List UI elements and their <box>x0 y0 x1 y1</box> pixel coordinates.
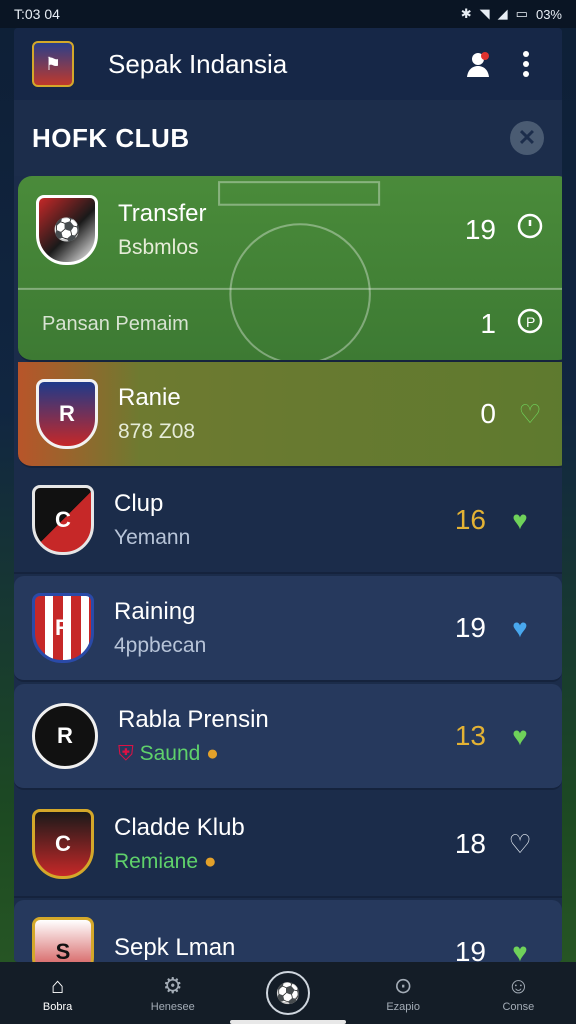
list-item-text: Rabla Prensin ⛨ Saund ● <box>118 706 442 766</box>
list-item-sub: ⛨ Saund ● <box>118 742 442 766</box>
list-item[interactable]: R Raining 4ppbecan 19 ♥ <box>14 576 562 682</box>
list-item[interactable]: R Rabla Prensin ⛨ Saund ● 13 ♥ <box>14 684 562 790</box>
status-icons: ✱ ◥ ◢ ▭ 03% <box>461 6 562 22</box>
featured-secondary-label: Pansan Pemaim <box>42 312 189 335</box>
signal-icon: ◢ <box>497 6 508 21</box>
list-item-count: 18 <box>454 828 486 859</box>
section-title: HOFK CLUB <box>32 122 190 153</box>
list-item-count: 0 <box>480 398 496 429</box>
nav-label: Conse <box>502 1001 535 1013</box>
nav-label: Bobra <box>42 1001 73 1013</box>
featured-name: Transfer <box>118 199 207 227</box>
list-item-sub-text: Remiane <box>114 850 199 873</box>
app-title: Sepak Indansia <box>108 48 288 79</box>
featured-sub: Bsbmlos <box>118 235 199 259</box>
compass-icon: ⊙ <box>393 973 413 998</box>
club-crest: S <box>32 917 94 962</box>
list-item-sub: 4ppbecan <box>114 634 207 657</box>
list-item-sub: 878 Z08 <box>118 420 196 443</box>
nav-settings[interactable]: ⚙ Henesee <box>133 973 213 1013</box>
heart-icon[interactable]: ♥ <box>500 721 540 752</box>
list-item-text: Ranie 878 Z08 <box>118 384 452 444</box>
more-menu-icon[interactable] <box>508 46 544 82</box>
list-item-count: 13 <box>454 720 486 751</box>
featured-secondary-count: 1 <box>480 308 496 339</box>
coin-icon: ● <box>203 850 217 873</box>
coin-icon: ● <box>206 742 219 765</box>
list-item-text: Clup Yemann <box>114 490 442 550</box>
club-crest: R <box>36 379 98 449</box>
home-icon: ⌂ <box>50 973 65 998</box>
list-item[interactable]: S Sepk Lman 19 ♥ <box>14 900 562 962</box>
nav-explore[interactable]: ⊙ Ezapio <box>363 973 443 1013</box>
app-bar: ⚑ Sepak Indansia <box>14 28 562 100</box>
list-item-sub: Yemann <box>114 526 191 549</box>
svg-text:P: P <box>526 314 535 330</box>
list-item[interactable]: C Cladde Klub Remiane ● 18 ♡ <box>14 792 562 898</box>
app-logo: ⚑ <box>32 41 74 87</box>
list-item-name: Ranie <box>118 384 181 411</box>
main-panel: ⚑ Sepak Indansia HOFK CLUB ✕ ⚽ Transfer … <box>14 28 562 962</box>
user-icon: ☺ <box>507 973 530 998</box>
home-indicator <box>230 1020 346 1024</box>
club-crest: C <box>32 809 94 879</box>
gear-icon: ⚙ <box>162 973 183 998</box>
list-item-text: Cladde Klub Remiane ● <box>114 814 442 874</box>
list-item-name: Sepk Lman <box>114 934 236 961</box>
heart-outline-icon[interactable]: ♡ <box>510 399 550 430</box>
status-time: T:03 04 <box>14 6 60 22</box>
list-item-name: Clup <box>114 490 164 517</box>
nav-home[interactable]: ⌂ Bobra <box>18 973 98 1013</box>
list-item-text: Raining 4ppbecan <box>114 598 442 658</box>
status-bar: T:03 04 ✱ ◥ ◢ ▭ 03% <box>0 0 576 28</box>
nav-label: Ezapio <box>386 1001 420 1013</box>
list-item-name: Raining <box>114 598 196 625</box>
section-header: HOFK CLUB ✕ <box>14 100 562 176</box>
list-item[interactable]: C Clup Yemann 16 ♥ <box>14 468 562 574</box>
nav-profile[interactable]: ☺ Conse <box>478 973 558 1013</box>
club-crest: ⚽ <box>36 194 98 265</box>
timer-icon[interactable] <box>510 212 550 247</box>
list-item-count: 19 <box>454 936 486 962</box>
clear-button[interactable]: ✕ <box>510 121 544 155</box>
club-crest: C <box>32 485 94 555</box>
heart-icon[interactable]: ♥ <box>500 505 540 536</box>
battery-icon: ▭ <box>515 6 528 21</box>
featured-main-row: ⚽ Transfer Bsbmlos 19 <box>36 194 550 265</box>
club-list: ⚽ Transfer Bsbmlos 19 Pansan Pemaim 1 P … <box>14 176 562 962</box>
heart-icon[interactable]: ♥ <box>500 613 540 644</box>
list-item-count: 19 <box>454 612 486 643</box>
featured-text: Transfer Bsbmlos <box>118 200 452 260</box>
club-crest: R <box>32 593 94 663</box>
list-item-text: Sepk Lman <box>114 934 442 962</box>
heart-icon[interactable]: ♥ <box>500 937 540 963</box>
small-crest-icon: ⛨ <box>118 742 134 765</box>
ball-icon: ⚽ <box>265 971 310 1015</box>
bluetooth-icon: ✱ <box>460 6 472 21</box>
list-item-count: 16 <box>454 504 486 535</box>
featured-secondary-row: Pansan Pemaim 1 P <box>36 307 550 342</box>
list-item-sub-text: Saund <box>139 742 201 765</box>
list-item-name: Cladde Klub <box>114 814 245 841</box>
featured-item[interactable]: ⚽ Transfer Bsbmlos 19 Pansan Pemaim 1 P <box>18 176 562 362</box>
featured-count: 19 <box>464 213 496 245</box>
nav-center[interactable]: ⚽ <box>248 971 328 1015</box>
profile-icon[interactable] <box>460 46 496 82</box>
heart-outline-icon[interactable]: ♡ <box>500 829 540 860</box>
list-item[interactable]: R Ranie 878 Z08 0 ♡ <box>18 362 562 468</box>
bottom-nav: ⌂ Bobra ⚙ Henesee ⚽ ⊙ Ezapio ☺ Conse <box>0 962 576 1024</box>
parking-icon[interactable]: P <box>510 307 550 342</box>
club-crest: R <box>32 703 98 769</box>
nav-label: Henesee <box>150 1001 195 1013</box>
list-item-name: Rabla Prensin <box>118 706 269 733</box>
battery-percent: 03% <box>535 6 562 22</box>
wifi-icon: ◥ <box>479 6 490 21</box>
list-item-sub: Remiane ● <box>114 850 442 874</box>
